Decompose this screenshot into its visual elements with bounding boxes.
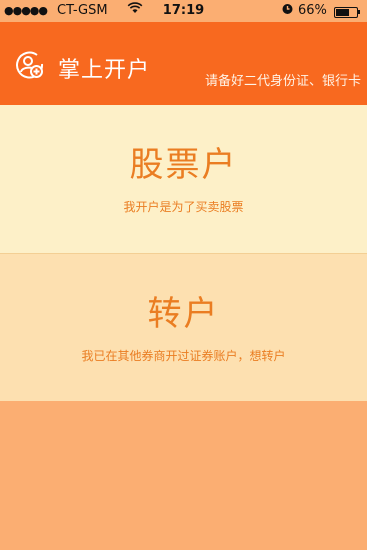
empty-background — [0, 401, 367, 550]
battery-icon — [334, 7, 358, 18]
page-title: 掌上开户 — [58, 58, 151, 83]
battery-percent: 66% — [298, 3, 327, 18]
option-description: 我已在其他券商开过证券账户，想转户 — [81, 349, 286, 363]
status-bar: ●●●●● CT-GSM 17:19 66% — [0, 0, 367, 22]
option-title: 转户 — [147, 294, 220, 334]
option-title: 股票户 — [129, 145, 238, 185]
battery-tip — [358, 10, 360, 14]
app-header: 掌上开户 请备好二代身份证、银行卡 — [0, 22, 367, 105]
alarm-icon — [281, 2, 294, 18]
stock-account-option[interactable]: 股票户 我开户是为了买卖股票 — [0, 105, 367, 253]
header-hint: 请备好二代身份证、银行卡 — [204, 74, 361, 89]
battery-fill — [336, 9, 350, 16]
transfer-account-option[interactable]: 转户 我已在其他券商开过证券账户，想转户 — [0, 253, 367, 402]
option-description: 我开户是为了买卖股票 — [123, 200, 244, 214]
person-add-icon — [15, 50, 45, 80]
